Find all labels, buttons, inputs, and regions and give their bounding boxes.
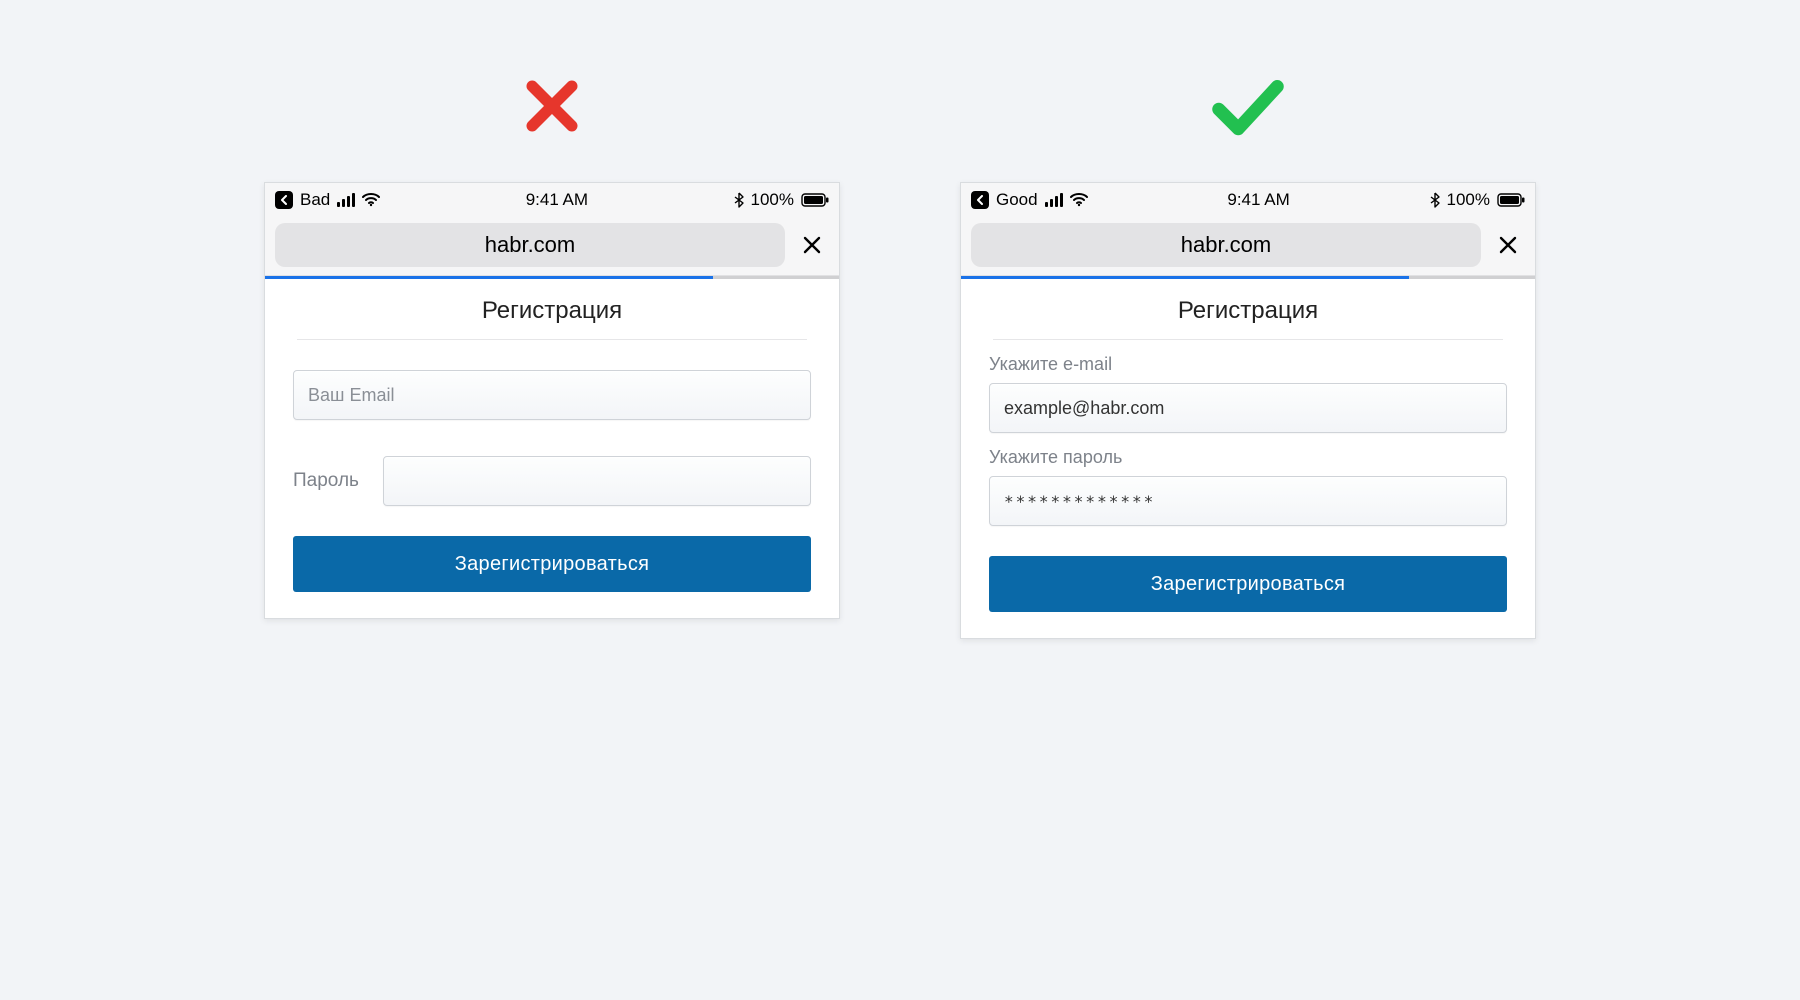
good-example-column: Good 9:41 AM 100% [960,70,1536,639]
page-content: Регистрация Укажите e-mail Укажите парол… [961,279,1535,638]
status-bar: Good 9:41 AM 100% [961,183,1535,217]
password-label: Укажите пароль [989,447,1507,468]
back-app-icon[interactable] [971,191,989,209]
page-title: Регистрация [297,297,807,340]
password-field[interactable] [989,476,1507,526]
browser-address-row: habr.com [961,217,1535,276]
cellular-signal-icon [1045,193,1063,207]
submit-button[interactable]: Зарегистрироваться [293,536,811,592]
page-content: Регистрация Пароль Зарегистрироваться [265,279,839,618]
password-label: Пароль [293,470,369,492]
wifi-icon [362,193,380,207]
browser-address-row: habr.com [265,217,839,276]
email-field[interactable] [293,370,811,420]
password-field[interactable] [383,456,811,506]
address-domain: habr.com [1181,232,1272,258]
status-bar: Bad 9:41 AM 100% [265,183,839,217]
back-app-label[interactable]: Bad [300,190,330,210]
back-app-icon[interactable] [275,191,293,209]
bad-device: Bad 9:41 AM 100% [264,182,840,619]
address-bar[interactable]: habr.com [971,223,1481,267]
back-app-label[interactable]: Good [996,190,1038,210]
bluetooth-icon [734,192,744,208]
email-field[interactable] [989,383,1507,433]
address-bar[interactable]: habr.com [275,223,785,267]
stop-loading-icon[interactable] [795,234,829,256]
submit-button[interactable]: Зарегистрироваться [989,556,1507,612]
status-time: 9:41 AM [526,190,588,210]
email-label: Укажите e-mail [989,354,1507,375]
status-time: 9:41 AM [1227,190,1289,210]
bad-example-column: Bad 9:41 AM 100% [264,70,840,619]
cellular-signal-icon [337,193,355,207]
battery-percent: 100% [1447,190,1490,210]
stop-loading-icon[interactable] [1491,234,1525,256]
wifi-icon [1070,193,1088,207]
check-icon [1209,70,1287,142]
address-domain: habr.com [485,232,576,258]
good-device: Good 9:41 AM 100% [960,182,1536,639]
cross-icon [518,70,586,142]
battery-percent: 100% [751,190,794,210]
page-title: Регистрация [993,297,1503,340]
battery-icon [801,193,829,207]
bluetooth-icon [1430,192,1440,208]
battery-icon [1497,193,1525,207]
